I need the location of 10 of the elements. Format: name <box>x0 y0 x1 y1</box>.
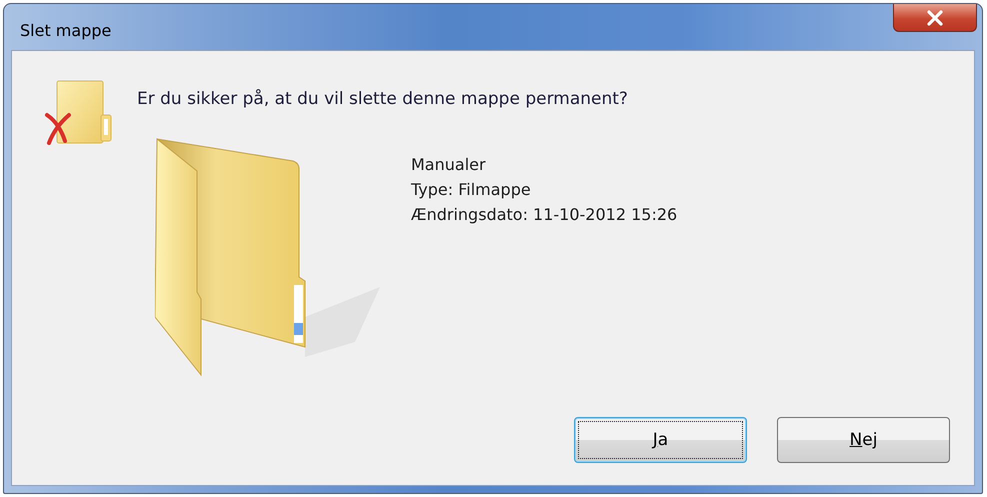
close-button[interactable] <box>893 4 977 32</box>
modified-date: Ændringsdato: 11-10-2012 15:26 <box>411 205 678 224</box>
folder-delete-icon <box>45 79 113 145</box>
window-title: Slet mappe <box>20 21 112 42</box>
close-icon <box>926 10 944 26</box>
confirmation-message: Er du sikker på, at du vil slette denne mappe permanent? <box>137 89 628 109</box>
no-button[interactable]: Nej <box>777 417 950 463</box>
folder-type: Type: Filmappe <box>411 180 532 199</box>
yes-button[interactable]: Ja <box>574 417 747 463</box>
folder-name: Manualer <box>411 155 487 174</box>
